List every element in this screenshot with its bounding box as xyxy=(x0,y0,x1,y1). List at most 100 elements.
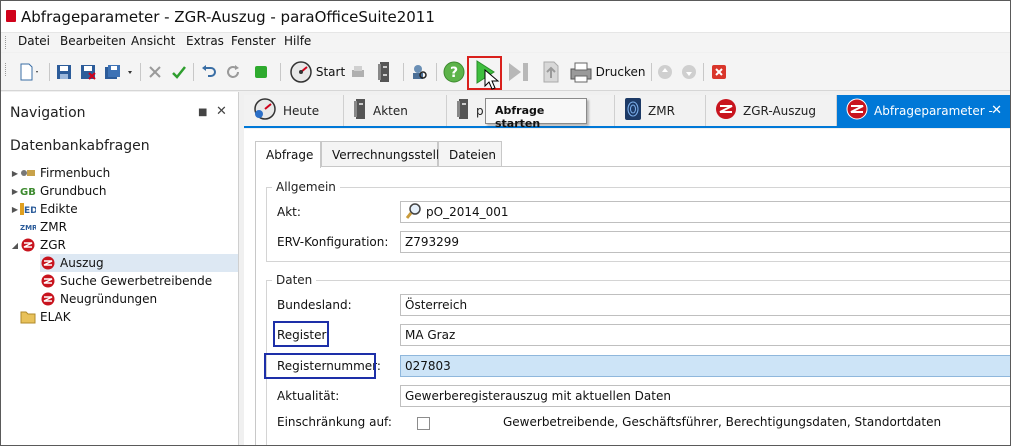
tree-item-grundbuch[interactable]: ▶ GB Grundbuch xyxy=(10,182,230,200)
tree-item-label: ZMR xyxy=(40,220,67,234)
menu-ansicht[interactable]: Ansicht xyxy=(129,34,177,48)
file-cabinet-icon xyxy=(377,61,391,83)
tree-item-label: Suche Gewerbetreibende xyxy=(60,274,213,288)
tab-zmr[interactable]: ZMR xyxy=(615,95,706,126)
navigation-section-title: Datenbankabfragen xyxy=(10,138,150,154)
magnifier-icon[interactable] xyxy=(405,202,423,223)
tree-expander-icon[interactable]: ▶ xyxy=(10,169,20,178)
speedometer-icon xyxy=(253,98,283,123)
tree-item-firmenbuch[interactable]: ▶ Firmenbuch xyxy=(10,164,230,182)
search-person-button[interactable] xyxy=(408,61,430,83)
file-cabinet-button[interactable] xyxy=(374,61,394,83)
tab-label: p xyxy=(476,103,484,118)
tab-akten[interactable]: Akten xyxy=(344,95,447,126)
arrow-down-circle-icon xyxy=(681,64,697,80)
start-button[interactable]: Start xyxy=(287,61,347,83)
arrow-up-circle-icon xyxy=(657,64,673,80)
tree-item-label: ELAK xyxy=(40,310,71,324)
menu-fenster[interactable]: Fenster xyxy=(229,34,278,48)
print-button[interactable]: Drucken xyxy=(569,61,645,83)
tab-verrechnungsstelle[interactable]: Verrechnungsstelle xyxy=(321,141,447,167)
tooltip: Abfrage starten xyxy=(485,98,587,130)
zmr-icon: ZMR xyxy=(20,220,38,234)
stop-button[interactable] xyxy=(251,61,271,83)
tab-dateien[interactable]: Dateien xyxy=(438,141,502,167)
delete-button[interactable] xyxy=(145,61,165,83)
help-button[interactable]: ? xyxy=(442,61,466,83)
group-title-daten: Daten xyxy=(272,273,317,287)
tab-heute[interactable]: Heute xyxy=(244,95,344,126)
printer-icon xyxy=(569,61,593,83)
toolbar-grip xyxy=(5,63,8,76)
tree-item-neugruendungen[interactable]: Neugründungen xyxy=(40,290,238,308)
new-document-icon xyxy=(18,63,40,81)
aktualitaet-field[interactable]: Gewerberegisterauszug mit aktuellen Date… xyxy=(400,385,1010,407)
tree-expander-icon[interactable]: ◢ xyxy=(10,241,20,250)
new-document-button[interactable] xyxy=(13,61,45,83)
erv-field[interactable]: Z793299 xyxy=(400,231,1010,253)
bundesland-label: Bundesland: xyxy=(277,298,352,312)
confirm-button[interactable] xyxy=(169,61,189,83)
menu-grip xyxy=(5,36,8,49)
bundesland-field[interactable]: Österreich xyxy=(400,294,1010,316)
menu-extras[interactable]: Extras xyxy=(184,34,226,48)
tab-label: ZMR xyxy=(648,103,675,118)
skip-button[interactable] xyxy=(506,61,532,83)
toolbar: Start ? Drucken xyxy=(1,53,1010,91)
zgr-icon xyxy=(40,274,56,288)
tree-item-auszug[interactable]: Auszug xyxy=(40,254,238,272)
registernummer-field[interactable]: 027803 xyxy=(400,355,1010,377)
save-button[interactable] xyxy=(54,61,74,83)
tree-expander-icon[interactable]: ▶ xyxy=(10,205,20,214)
speedometer-icon xyxy=(289,61,313,83)
menu-datei[interactable]: Datei xyxy=(16,34,52,48)
export-button[interactable] xyxy=(539,61,563,83)
pin-icon[interactable]: ■ xyxy=(198,107,207,118)
tree-expander-icon[interactable]: ▶ xyxy=(10,187,20,196)
tree-item-label: Grundbuch xyxy=(40,184,107,198)
akt-label: Akt: xyxy=(277,205,301,219)
firmenbuch-icon xyxy=(20,166,36,180)
save-close-icon xyxy=(80,64,96,80)
cross-icon xyxy=(147,64,163,80)
einschraenkung-checkbox[interactable] xyxy=(417,417,430,430)
undo-button[interactable] xyxy=(199,61,219,83)
save-close-button[interactable] xyxy=(78,61,98,83)
group-title-allgemein: Allgemein xyxy=(272,180,340,194)
save-options-button[interactable] xyxy=(102,61,136,83)
tree-item-label: Auszug xyxy=(60,256,104,270)
tree-item-suche-gewerbetreibende[interactable]: Suche Gewerbetreibende xyxy=(40,272,238,290)
red-close-icon xyxy=(711,64,727,80)
tree-item-elak[interactable]: ELAK xyxy=(10,308,230,326)
zgr-icon xyxy=(715,98,743,123)
close-icon[interactable]: ✕ xyxy=(216,104,227,119)
tab-abfrage[interactable]: Abfrage xyxy=(255,141,321,168)
tree-item-edikte[interactable]: ▶ ED Edikte xyxy=(10,200,230,218)
tab-zgr-auszug[interactable]: ZGR-Auszug xyxy=(706,95,837,126)
refresh-button[interactable] xyxy=(223,61,243,83)
skip-icon xyxy=(507,61,531,83)
register-field[interactable]: MA Graz xyxy=(400,324,1010,346)
navigation-title: Navigation xyxy=(10,105,86,121)
svg-text:GB: GB xyxy=(20,187,36,198)
registernummer-label-annotation xyxy=(264,353,376,379)
tree-item-label: Neugründungen xyxy=(60,292,158,306)
akt-field[interactable]: pO_2014_001 xyxy=(400,201,1010,223)
next-button[interactable] xyxy=(680,61,698,83)
print-preview-button[interactable] xyxy=(349,61,367,83)
help-icon: ? xyxy=(443,61,465,83)
tree-item-zgr[interactable]: ◢ ZGR xyxy=(10,236,230,254)
tree-item-zmr[interactable]: ZMR ZMR xyxy=(10,218,230,236)
previous-button[interactable] xyxy=(656,61,674,83)
menu-hilfe[interactable]: Hilfe xyxy=(282,34,313,48)
green-square-icon xyxy=(253,64,269,80)
close-tab-icon[interactable]: ✕ xyxy=(991,103,1002,118)
refresh-icon xyxy=(225,64,241,80)
query-tab-page: Allgemein Akt: pO_2014_001 ERV-Konfigura… xyxy=(255,166,1010,445)
menu-bearbeiten[interactable]: Bearbeiten xyxy=(58,34,128,48)
zgr-icon xyxy=(846,98,874,123)
tab-abfrageparameter[interactable]: Abfrageparameter - ✕ xyxy=(837,95,1010,126)
close-document-button[interactable] xyxy=(709,61,729,83)
einschraenkung-label: Einschränkung auf: xyxy=(277,415,392,429)
printer-grey-icon xyxy=(350,64,366,80)
